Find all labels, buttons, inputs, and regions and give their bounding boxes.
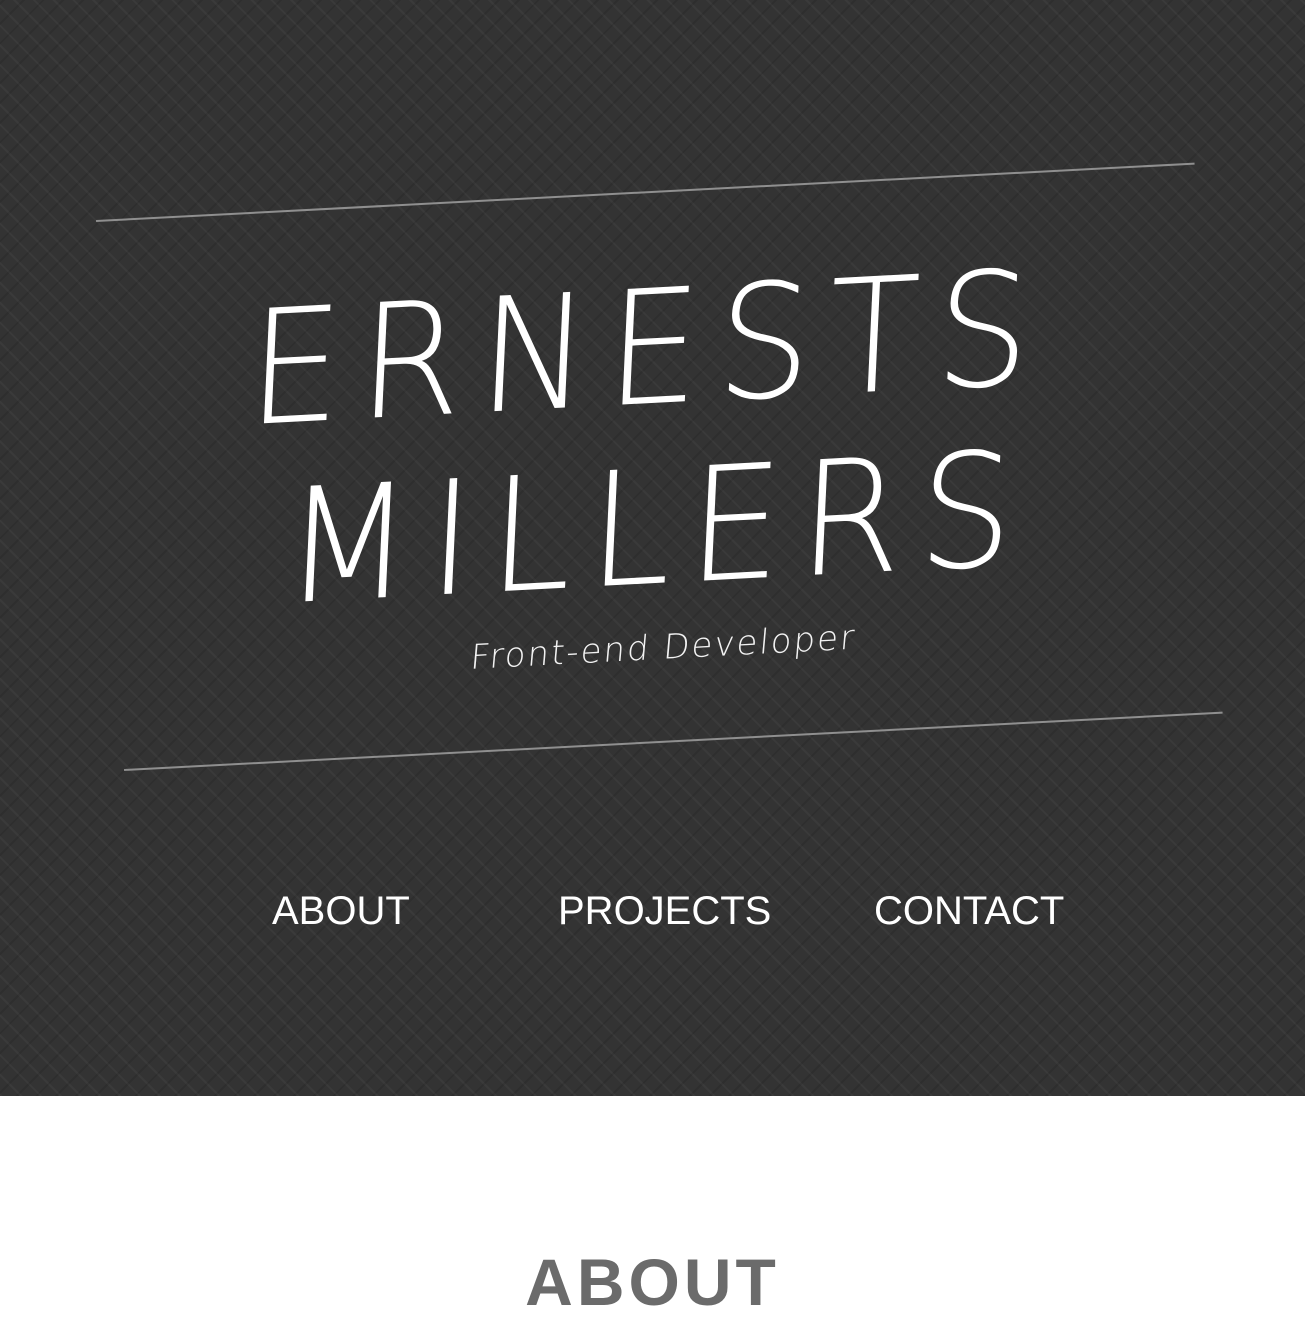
hero-banner: ERNESTS MILLERS Front-end Developer ABOU… <box>0 0 1305 1096</box>
main-navigation: ABOUT PROJECTS CONTACT <box>0 888 1305 938</box>
about-section-title: ABOUT <box>525 1245 780 1319</box>
nav-link-contact[interactable]: CONTACT <box>874 888 1064 934</box>
nav-link-about[interactable]: ABOUT <box>272 888 410 934</box>
nav-link-projects[interactable]: PROJECTS <box>558 888 771 934</box>
